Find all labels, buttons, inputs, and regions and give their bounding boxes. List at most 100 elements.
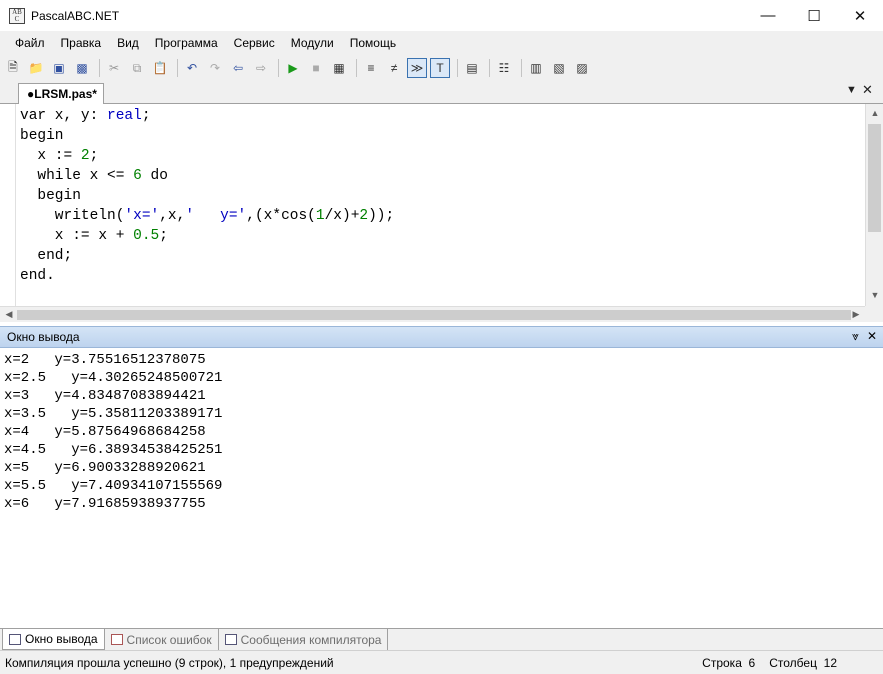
tab-lrsm[interactable]: ●LRSM.pas*: [18, 83, 104, 105]
menu-file[interactable]: Файл: [7, 31, 53, 55]
open-folder-icon[interactable]: 📁: [26, 58, 46, 78]
scroll-left-icon[interactable]: ◀: [0, 309, 18, 320]
output-line: x=5.5 y=7.40934107155569: [4, 478, 223, 494]
run-icon[interactable]: ▶: [283, 58, 303, 78]
title-bar: AB C PascalABC.NET — ☐ ✕: [0, 0, 883, 31]
undo-icon[interactable]: ↶: [182, 58, 202, 78]
new-file-icon[interactable]: 🗎: [3, 58, 23, 78]
window-title: PascalABC.NET: [31, 8, 120, 23]
code-line[interactable]: writeln('x=',x,' y=',(x*cos(1/x)+2));: [20, 206, 394, 226]
menu-program[interactable]: Программа: [147, 31, 226, 55]
menu-view[interactable]: Вид: [109, 31, 147, 55]
output-line: x=5 y=6.90033288920621: [4, 460, 206, 476]
code-line[interactable]: begin: [20, 186, 394, 206]
tab-error-list-label: Список ошибок: [126, 632, 212, 647]
output-window-icon: [9, 633, 21, 645]
close-tab-icon[interactable]: ✕: [862, 82, 873, 98]
toolbar-separator: [489, 59, 490, 77]
vertical-scroll-thumb[interactable]: [868, 124, 881, 232]
cursor-row: Строка 6: [702, 656, 755, 670]
close-button[interactable]: ✕: [837, 0, 883, 31]
paste-icon[interactable]: 📋: [150, 58, 170, 78]
toolbar-separator: [177, 59, 178, 77]
menu-service[interactable]: Сервис: [226, 31, 283, 55]
code-templates-icon[interactable]: ☷: [494, 58, 514, 78]
pin-icon[interactable]: ⩔: [852, 329, 859, 344]
status-bar: Компиляция прошла успешно (9 строк), 1 п…: [0, 650, 883, 674]
stop-icon[interactable]: ■: [306, 58, 326, 78]
locals-icon[interactable]: ▨: [572, 58, 592, 78]
status-message: Компиляция прошла успешно (9 строк), 1 п…: [5, 655, 334, 670]
toolbar-separator: [356, 59, 357, 77]
document-tab-strip: ●LRSM.pas* ▼ ✕: [0, 81, 883, 105]
compile-icon[interactable]: ▦: [329, 58, 349, 78]
tab-compiler-messages[interactable]: Сообщения компилятора: [219, 629, 389, 650]
app-icon: AB C: [9, 7, 25, 24]
output-line: x=4.5 y=6.38934538425251: [4, 442, 223, 458]
redo-icon[interactable]: ↷: [205, 58, 225, 78]
save-all-icon[interactable]: ▩: [72, 58, 92, 78]
output-line: x=2.5 y=4.30265248500721: [4, 370, 223, 386]
menu-modules[interactable]: Модули: [283, 31, 342, 55]
tab-list-dropdown-icon[interactable]: ▼: [846, 84, 857, 96]
text-mode-toggle-icon[interactable]: T: [430, 58, 450, 78]
menu-help[interactable]: Помощь: [342, 31, 404, 55]
code-line[interactable]: var x, y: real;: [20, 106, 394, 126]
cut-icon[interactable]: ✂: [104, 58, 124, 78]
navigate-forward-icon[interactable]: ⇨: [251, 58, 271, 78]
debug-step-over-icon[interactable]: ≠: [384, 58, 404, 78]
copy-icon[interactable]: ⧉: [127, 58, 147, 78]
tab-compiler-messages-label: Сообщения компилятора: [240, 632, 382, 647]
horizontal-scroll-thumb[interactable]: [17, 310, 851, 320]
output-line: x=6 y=7.91685938937755: [4, 496, 206, 512]
tab-error-list[interactable]: Список ошибок: [105, 629, 219, 650]
code-line[interactable]: begin: [20, 126, 394, 146]
format-code-icon[interactable]: ▥: [526, 58, 546, 78]
vertical-scrollbar[interactable]: ▲ ▼: [865, 104, 883, 306]
toolbar-separator: [278, 59, 279, 77]
scroll-right-icon[interactable]: ▶: [847, 309, 865, 320]
minimize-button[interactable]: —: [745, 0, 791, 31]
console-output-toggle-icon[interactable]: ≫: [407, 58, 427, 78]
cursor-column-label: Столбец: [769, 656, 817, 670]
horizontal-scrollbar[interactable]: ◀ ▶: [0, 306, 865, 322]
menu-edit[interactable]: Правка: [53, 31, 110, 55]
form-designer-icon[interactable]: ▤: [462, 58, 482, 78]
code-line[interactable]: x := x + 0.5;: [20, 226, 394, 246]
tab-output-window[interactable]: Окно вывода: [2, 629, 105, 650]
scroll-up-icon[interactable]: ▲: [866, 108, 883, 118]
editor-gutter: [0, 104, 16, 306]
cursor-column-value: 12: [823, 656, 837, 670]
close-panel-icon[interactable]: ✕: [867, 329, 877, 344]
cursor-row-value: 6: [748, 656, 756, 670]
tab-output-window-label: Окно вывода: [25, 632, 98, 646]
debug-step-icon[interactable]: ≡: [361, 58, 381, 78]
output-line: x=3.5 y=5.35811203389171: [4, 406, 223, 422]
scrollbar-corner: [865, 306, 883, 322]
maximize-button[interactable]: ☐: [791, 0, 837, 31]
code-line[interactable]: x := 2;: [20, 146, 394, 166]
navigate-back-icon[interactable]: ⇦: [228, 58, 248, 78]
output-line: x=3 y=4.83487083894421: [4, 388, 206, 404]
output-line: x=4 y=5.87564968684258: [4, 424, 206, 440]
output-window[interactable]: x=2 y=3.75516512378075 x=2.5 y=4.30265248…: [0, 348, 883, 628]
menu-bar: Файл Правка Вид Программа Сервис Модули …: [0, 31, 883, 55]
bottom-tab-strip: Окно вывода Список ошибок Сообщения комп…: [0, 628, 883, 650]
toolbar: 🗎 📁 ▣ ▩ ✂ ⧉ 📋 ↶ ↷ ⇦ ⇨ ▶ ■ ▦ ≡ ≠ ≫ T ▤ ☷ …: [0, 55, 883, 81]
code-editor[interactable]: var x, y: real; begin x := 2; while x <= …: [0, 104, 883, 322]
cursor-row-label: Строка: [702, 656, 742, 670]
output-line: x=2 y=3.75516512378075: [4, 352, 206, 368]
code-line[interactable]: end.: [20, 266, 394, 286]
toolbar-separator: [99, 59, 100, 77]
toolbar-separator: [521, 59, 522, 77]
code-line[interactable]: end;: [20, 246, 394, 266]
code-area[interactable]: var x, y: real; begin x := 2; while x <= …: [20, 106, 394, 286]
output-panel-title: Окно вывода: [7, 330, 80, 344]
error-list-icon: [110, 634, 123, 645]
output-panel-header: Окно вывода ⩔ ✕: [0, 326, 883, 348]
cursor-column: Столбец 12: [769, 656, 837, 670]
scroll-down-icon[interactable]: ▼: [866, 290, 883, 300]
watch-icon[interactable]: ▧: [549, 58, 569, 78]
code-line[interactable]: while x <= 6 do: [20, 166, 394, 186]
save-icon[interactable]: ▣: [49, 58, 69, 78]
